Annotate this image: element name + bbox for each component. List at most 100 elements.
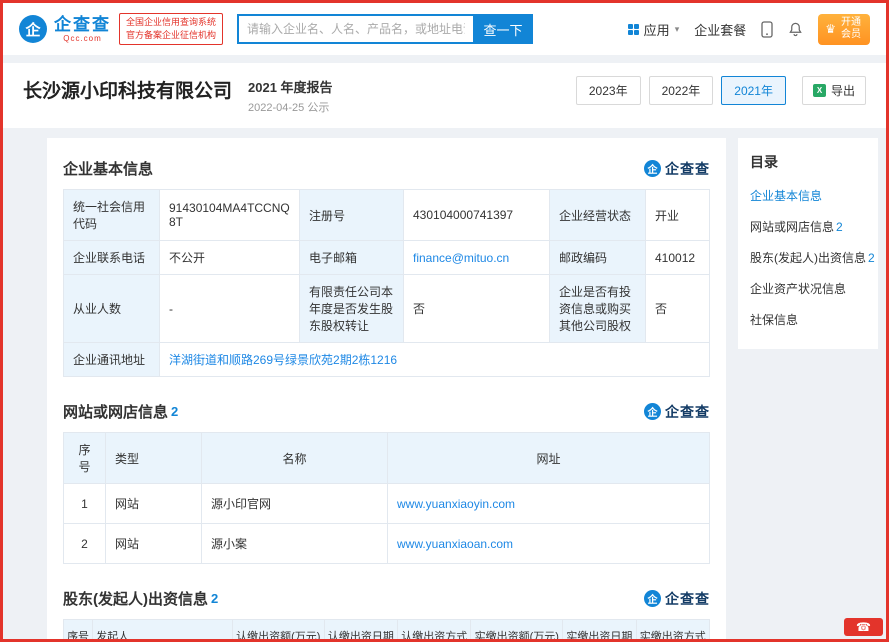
toc-item-assets-info[interactable]: 企业资产状况信息 [750, 273, 866, 304]
section-header: 网站或网店信息 2 企 企查查 [63, 401, 710, 422]
qcc-watermark: 企 企查查 [644, 402, 710, 422]
field-label: 企业是否有投资信息或购买其他公司股权 [550, 275, 646, 343]
floating-service-widget[interactable]: ☎ [844, 618, 883, 636]
toc-item-basic-info[interactable]: 企业基本信息 [750, 180, 866, 211]
field-value: 否 [646, 275, 710, 343]
toc-item-count: 2 [836, 220, 843, 234]
apps-menu[interactable]: 应用 ▾ [628, 20, 680, 39]
toc-item-social-security[interactable]: 社保信息 [750, 304, 866, 335]
column-header: 认缴出资日期 [324, 620, 397, 642]
qcc-watermark-text: 企查查 [665, 159, 710, 179]
section-title: 网站或网店信息 [63, 401, 168, 422]
toc-item-label: 网站或网店信息 [750, 220, 834, 234]
field-label: 企业联系电话 [64, 241, 160, 275]
notification-bell-icon[interactable] [788, 21, 803, 37]
field-label: 电子邮箱 [300, 241, 404, 275]
column-header: 实缴出资日期 [563, 620, 636, 642]
report-meta: 2021 年度报告 2022-04-25 公示 [248, 77, 333, 115]
field-value: 否 [404, 275, 550, 343]
year-tab-2022[interactable]: 2022年 [649, 76, 714, 105]
field-label: 统一社会信用代码 [64, 190, 160, 241]
field-label: 有限责任公司本年度是否发生股东股权转让 [300, 275, 404, 343]
search-button[interactable]: 查一下 [473, 14, 533, 44]
table-row: 企业通讯地址 洋湖街道和顺路269号绿景欣苑2期2栋1216 [64, 343, 710, 377]
table-row: 2 网站 源小案 www.yuanxiaoan.com [64, 524, 710, 564]
toc-item-label: 企业资产状况信息 [750, 282, 846, 296]
column-header: 序号 [64, 620, 93, 642]
slogan-line-2: 官方备案企业征信机构 [126, 29, 216, 42]
mobile-app-icon[interactable] [761, 21, 773, 38]
table-row: 1 网站 源小印官网 www.yuanxiaoyin.com [64, 484, 710, 524]
cell-index: 1 [64, 484, 106, 524]
report-year-title: 2021 年度报告 [248, 77, 333, 96]
column-header: 类型 [106, 433, 202, 484]
qcc-watermark-icon: 企 [644, 590, 661, 607]
section-website-info: 网站或网店信息 2 企 企查查 序号 类型 名称 [63, 401, 710, 564]
qcc-watermark-icon: 企 [644, 403, 661, 420]
content-area: 企业基本信息 企 企查查 统一社会信用代码 91430104MA4TCC [3, 128, 886, 642]
field-value: finance@mituo.cn [404, 241, 550, 275]
section-header: 股东(发起人)出资信息 2 企 企查查 [63, 588, 710, 609]
apps-grid-icon [628, 24, 639, 35]
field-value: 洋湖街道和顺路269号绿景欣苑2期2栋1216 [160, 343, 710, 377]
section-title: 股东(发起人)出资信息 [63, 588, 208, 609]
year-tab-2021[interactable]: 2021年 [721, 76, 786, 105]
year-tab-2023[interactable]: 2023年 [576, 76, 641, 105]
website-link[interactable]: www.yuanxiaoan.com [397, 537, 513, 551]
cell-url: www.yuanxiaoyin.com [388, 484, 710, 524]
column-header: 实缴出资额(万元) [471, 620, 563, 642]
field-value: 410012 [646, 241, 710, 275]
cell-type: 网站 [106, 524, 202, 564]
toc-item-website-info[interactable]: 网站或网店信息2 [750, 211, 866, 242]
section-header: 企业基本信息 企 企查查 [63, 158, 710, 179]
apps-label: 应用 [644, 20, 670, 39]
column-header: 认缴出资方式 [398, 620, 471, 642]
report-main: 企业基本信息 企 企查查 统一社会信用代码 91430104MA4TCC [47, 138, 726, 642]
field-label: 注册号 [300, 190, 404, 241]
column-header: 实缴出资方式 [636, 620, 709, 642]
top-header: 企 企查查 Qcc.com 全国企业信用查询系统 官方备案企业征信机构 查一下 … [3, 3, 886, 55]
website-info-table: 序号 类型 名称 网址 1 网站 源小印官网 www.yuanxiaoyi [63, 432, 710, 564]
toc-item-label: 社保信息 [750, 313, 798, 327]
vip-upgrade-button[interactable]: ♛ 开通会员 [818, 14, 870, 45]
slogan-line-1: 全国企业信用查询系统 [126, 16, 216, 29]
field-label: 企业经营状态 [550, 190, 646, 241]
qcc-watermark-text: 企查查 [665, 589, 710, 609]
table-header-row: 序号 发起人 认缴出资额(万元) 认缴出资日期 认缴出资方式 实缴出资额(万元)… [64, 620, 710, 642]
cell-name: 源小案 [202, 524, 388, 564]
company-name: 长沙源小印科技有限公司 [23, 76, 232, 103]
qcc-logo[interactable]: 企 企查查 Qcc.com [19, 15, 111, 43]
email-link[interactable]: finance@mituo.cn [413, 251, 509, 265]
column-header: 认缴出资额(万元) [232, 620, 324, 642]
website-link[interactable]: www.yuanxiaoyin.com [397, 497, 515, 511]
column-header: 发起人 [93, 620, 233, 642]
cell-name: 源小印官网 [202, 484, 388, 524]
annual-report-page: 企 企查查 Qcc.com 全国企业信用查询系统 官方备案企业征信机构 查一下 … [0, 0, 889, 642]
search-bar: 查一下 [237, 14, 533, 44]
column-header: 序号 [64, 433, 106, 484]
toc-title: 目录 [750, 152, 866, 172]
column-header: 名称 [202, 433, 388, 484]
service-phone-icon: ☎ [856, 620, 871, 634]
section-basic-info: 企业基本信息 企 企查查 统一社会信用代码 91430104MA4TCC [63, 158, 710, 377]
address-link[interactable]: 洋湖街道和顺路269号绿景欣苑2期2栋1216 [169, 353, 397, 367]
search-input[interactable] [237, 14, 473, 44]
year-switcher: 2023年 2022年 2021年 X 导出 [576, 76, 866, 105]
toc-sidebar: 目录 企业基本信息 网站或网店信息2 股东(发起人)出资信息2 企业资产状况信息… [738, 138, 878, 349]
toc-item-count: 2 [868, 251, 875, 265]
field-label: 从业人数 [64, 275, 160, 343]
export-button[interactable]: X 导出 [802, 76, 866, 105]
field-value: 不公开 [160, 241, 300, 275]
field-value: 430104000741397 [404, 190, 550, 241]
table-row: 从业人数 - 有限责任公司本年度是否发生股东股权转让 否 企业是否有投资信息或购… [64, 275, 710, 343]
qcc-watermark-text: 企查查 [665, 402, 710, 422]
package-menu[interactable]: 企业套餐 [694, 20, 746, 39]
cell-index: 2 [64, 524, 106, 564]
publish-date: 2022-04-25 公示 [248, 99, 333, 115]
qcc-logo-icon: 企 [19, 15, 47, 43]
section-title: 企业基本信息 [63, 158, 153, 179]
vip-label: 开通会员 [839, 17, 863, 42]
report-title-bar: 长沙源小印科技有限公司 2021 年度报告 2022-04-25 公示 2023… [3, 63, 886, 128]
column-header: 网址 [388, 433, 710, 484]
toc-item-shareholder-info[interactable]: 股东(发起人)出资信息2 [750, 242, 866, 273]
